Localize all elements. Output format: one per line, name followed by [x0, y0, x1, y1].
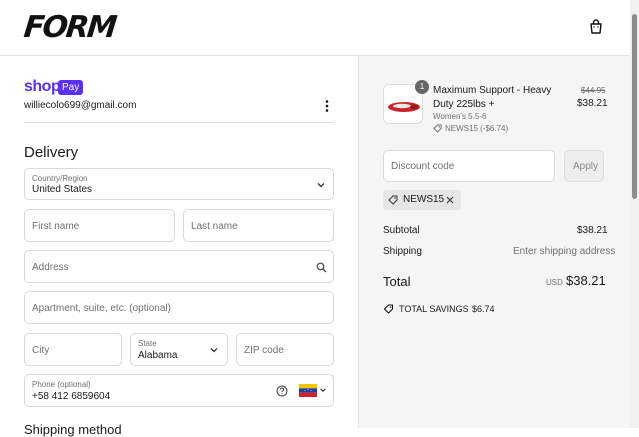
original-price: $44.95 — [581, 86, 606, 95]
country-label: Country/Region — [32, 174, 88, 183]
applied-discount-chip: NEWS15 — [383, 190, 461, 210]
help-icon[interactable] — [276, 385, 288, 397]
scrollbar-thumb[interactable] — [632, 14, 637, 199]
tag-icon — [383, 304, 394, 314]
tag-icon — [388, 195, 398, 205]
phone-value: +58 412 6859604 — [32, 391, 111, 402]
brand-logo[interactable]: FORM — [22, 10, 117, 45]
discount-code-field[interactable]: Discount code — [383, 150, 555, 182]
page-header: FORM — [0, 0, 630, 56]
shopping-bag-icon[interactable] — [588, 19, 604, 35]
checkout-form: shop Pay williecolo699@gmail.com Deliver… — [0, 56, 358, 437]
apartment-field[interactable]: Apartment, suite, etc. (optional) — [24, 291, 334, 324]
shipping-label: Shipping — [383, 246, 422, 257]
total-currency: USD — [546, 278, 563, 287]
phone-label: Phone (optional) — [32, 380, 91, 389]
zip-placeholder: ZIP code — [244, 345, 284, 356]
divider — [24, 122, 334, 123]
country-flag-icon[interactable] — [299, 384, 317, 397]
quantity-badge: 1 — [415, 80, 429, 94]
chevron-down-icon — [320, 388, 326, 392]
product-name: Maximum Support - Heavy Duty 225lbs + — [433, 85, 552, 110]
subtotal-label: Subtotal — [383, 225, 420, 236]
state-select[interactable]: State Alabama — [130, 333, 228, 366]
chevron-down-icon — [210, 348, 218, 353]
applied-code-label: NEWS15 — [403, 194, 445, 205]
total-savings-value: $6.74 — [472, 304, 495, 314]
total-savings-label: TOTAL SAVINGS — [399, 304, 469, 314]
state-value: Alabama — [138, 350, 178, 361]
discount-code-placeholder: Discount code — [391, 161, 455, 172]
first-name-placeholder: First name — [32, 221, 80, 232]
shop-pay-label: shop — [24, 78, 61, 95]
last-name-field[interactable]: Last name — [183, 209, 334, 242]
first-name-field[interactable]: First name — [24, 209, 175, 242]
tag-icon — [433, 124, 442, 133]
remove-discount-icon[interactable] — [446, 196, 454, 204]
apply-button[interactable]: Apply — [564, 150, 604, 182]
shipping-value: Enter shipping address — [513, 246, 616, 257]
country-value: United States — [32, 184, 93, 195]
shop-pay-badge: Pay — [58, 80, 84, 95]
city-placeholder: City — [32, 345, 50, 356]
search-icon — [316, 262, 327, 273]
zip-field[interactable]: ZIP code — [236, 333, 334, 366]
total-value: $38.21 — [566, 273, 606, 288]
delivery-heading: Delivery — [24, 144, 79, 161]
total-label: Total — [383, 274, 411, 289]
shipping-method-heading: Shipping method — [24, 422, 122, 437]
address-placeholder: Address — [32, 262, 69, 273]
state-label: State — [138, 339, 157, 348]
last-name-placeholder: Last name — [191, 221, 238, 232]
order-summary: 1 Maximum Support - Heavy Duty 225lbs + … — [358, 56, 631, 428]
product-variant: Women's 5.5-6 — [433, 112, 487, 121]
apply-button-label: Apply — [573, 161, 599, 172]
more-options-icon[interactable] — [322, 99, 332, 113]
phone-field[interactable]: Phone (optional) +58 412 6859604 — [24, 374, 334, 407]
item-price: $38.21 — [577, 98, 608, 109]
chevron-down-icon — [317, 183, 325, 188]
city-field[interactable]: City — [24, 333, 122, 366]
address-field[interactable]: Address — [24, 250, 334, 283]
subtotal-value: $38.21 — [577, 225, 608, 236]
product-discount-tag: NEWS15 (-$6.74) — [445, 124, 509, 133]
country-select[interactable]: Country/Region United States — [24, 168, 334, 200]
apartment-placeholder: Apartment, suite, etc. (optional) — [32, 303, 171, 314]
account-email: williecolo699@gmail.com — [24, 100, 137, 111]
